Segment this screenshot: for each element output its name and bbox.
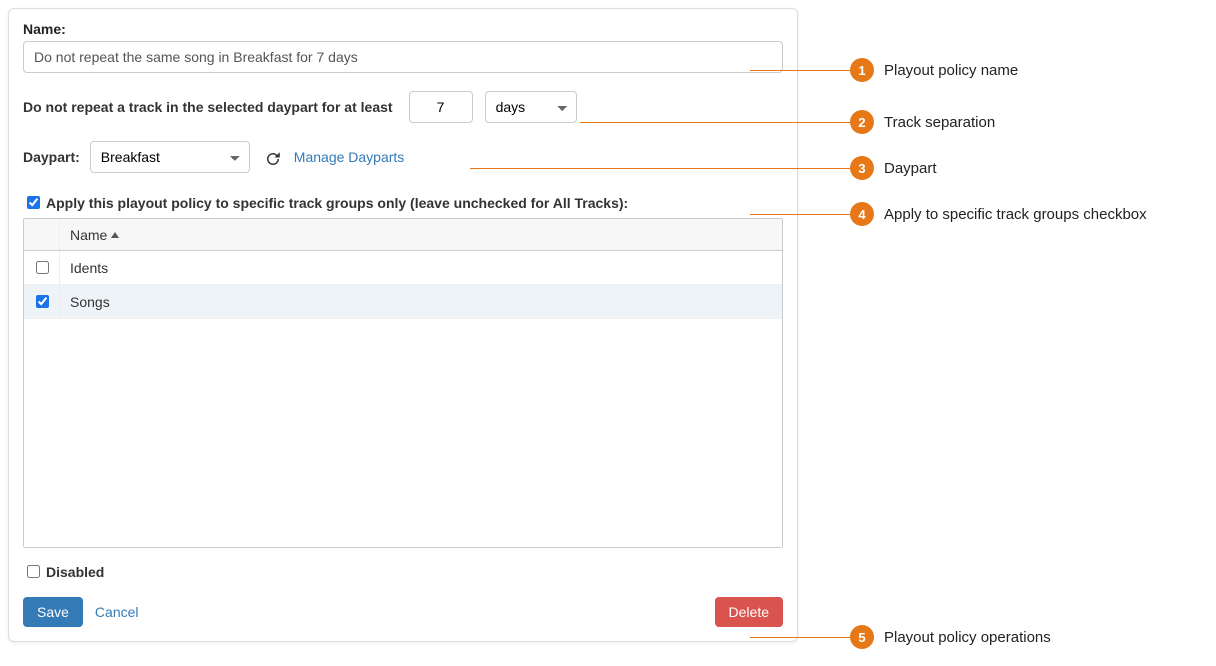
callout: 2 Track separation [850, 110, 995, 134]
playout-policy-panel: Name: Do not repeat a track in the selec… [8, 8, 798, 642]
disabled-checkbox[interactable] [27, 565, 40, 578]
callout-text: Playout policy operations [884, 629, 1051, 646]
callout: 3 Daypart [850, 156, 937, 180]
refresh-icon[interactable] [264, 150, 282, 168]
callout: 4 Apply to specific track groups checkbox [850, 202, 1147, 226]
policy-name-input[interactable] [23, 41, 783, 73]
grid-header-check-col [24, 219, 60, 250]
callout-badge: 2 [850, 110, 874, 134]
table-row[interactable]: Songs [24, 285, 782, 319]
track-groups-grid: Name IdentsSongs [23, 218, 783, 548]
grid-header-name-col[interactable]: Name [60, 219, 782, 250]
callout-line [750, 637, 850, 638]
daypart-label: Daypart: [23, 149, 80, 165]
callout-line [750, 214, 850, 215]
separation-prefix: Do not repeat a track in the selected da… [23, 99, 393, 115]
row-checkbox[interactable] [36, 261, 49, 274]
callout-badge: 5 [850, 625, 874, 649]
row-check-cell [24, 285, 60, 318]
grid-header-name-label: Name [70, 227, 107, 243]
callout-text: Track separation [884, 114, 995, 131]
grid-body[interactable]: IdentsSongs [24, 251, 782, 547]
table-row[interactable]: Idents [24, 251, 782, 285]
cancel-link[interactable]: Cancel [95, 604, 139, 620]
apply-specific-text: Apply this playout policy to specific tr… [46, 195, 628, 211]
callout-line [580, 122, 850, 123]
callout-badge: 3 [850, 156, 874, 180]
apply-specific-label[interactable]: Apply this playout policy to specific tr… [23, 193, 783, 212]
row-check-cell [24, 251, 60, 284]
save-button[interactable]: Save [23, 597, 83, 627]
callout: 5 Playout policy operations [850, 625, 1051, 649]
callout-badge: 1 [850, 58, 874, 82]
apply-specific-checkbox[interactable] [27, 196, 40, 209]
callout-line [470, 168, 850, 169]
button-bar: Save Cancel Delete [23, 597, 783, 627]
row-name-cell: Songs [60, 285, 782, 318]
separation-value-input[interactable] [409, 91, 473, 123]
separation-unit-select[interactable]: days [485, 91, 577, 123]
manage-dayparts-link[interactable]: Manage Dayparts [294, 149, 405, 165]
callout-text: Playout policy name [884, 62, 1018, 79]
callout-badge: 4 [850, 202, 874, 226]
delete-button[interactable]: Delete [715, 597, 783, 627]
callout-text: Apply to specific track groups checkbox [884, 206, 1147, 223]
name-label: Name: [23, 21, 783, 37]
row-name-cell: Idents [60, 251, 782, 284]
callout-line [750, 70, 850, 71]
track-separation-row: Do not repeat a track in the selected da… [23, 91, 783, 123]
callout-text: Daypart [884, 160, 937, 177]
sort-asc-icon [111, 232, 119, 238]
callout: 1 Playout policy name [850, 58, 1018, 82]
row-checkbox[interactable] [36, 295, 49, 308]
daypart-select[interactable]: Breakfast [90, 141, 250, 173]
disabled-label: Disabled [46, 564, 104, 580]
grid-header: Name [24, 219, 782, 251]
